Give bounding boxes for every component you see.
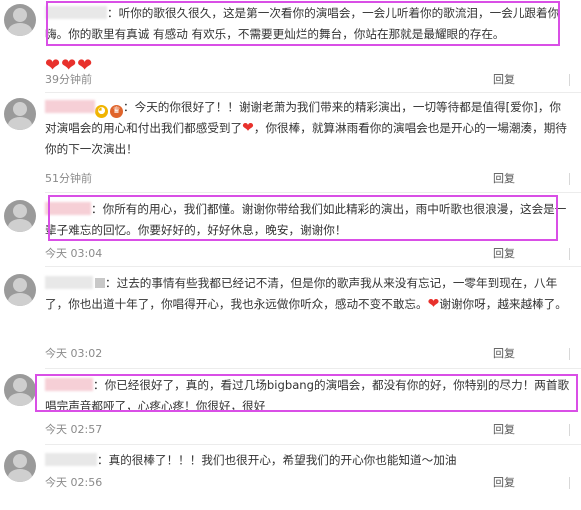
comment-meta: 39分钟前 回复 1 bbox=[45, 71, 581, 89]
divider bbox=[569, 74, 570, 86]
divider bbox=[569, 348, 570, 360]
avatar[interactable] bbox=[4, 374, 36, 406]
comment-text: ：过去的事情有些我都已经记不清，但是你的歌声我从来没有忘记，一零年到现在，八年了… bbox=[45, 273, 571, 314]
timestamp: 今天 03:04 bbox=[45, 247, 103, 260]
comment-text: ：真的很棒了！！！我们也很开心，希望我们的开心你也能知道～加油 bbox=[45, 450, 571, 471]
divider bbox=[569, 477, 570, 489]
highlight-box bbox=[35, 374, 578, 412]
divider bbox=[569, 173, 570, 185]
member-badge-icon: ♛ bbox=[110, 105, 123, 118]
reply-button[interactable]: 回复 bbox=[493, 345, 515, 363]
reply-button[interactable]: 回复 bbox=[493, 245, 515, 263]
comment-item: ◕ ♛ ：今天的你很好了！！谢谢老萧为我们带来的精彩演出，一切等待都是值得[爱你]，… bbox=[0, 94, 581, 193]
avatar[interactable] bbox=[4, 4, 36, 36]
username[interactable] bbox=[45, 100, 95, 113]
avatar[interactable] bbox=[4, 98, 36, 130]
username[interactable] bbox=[45, 453, 97, 466]
emoji-badge-icon: ◕ bbox=[95, 105, 108, 118]
highlight-box bbox=[46, 1, 560, 46]
reply-button[interactable]: 回复 bbox=[493, 421, 515, 439]
comment-meta: 51分钟前 回复 1 bbox=[45, 170, 581, 188]
avatar[interactable] bbox=[4, 450, 36, 482]
comment-body-tail: 谢谢你呀，越来越棒了。 bbox=[439, 296, 567, 311]
avatar[interactable] bbox=[4, 274, 36, 306]
heart-icon: ❤ bbox=[242, 120, 254, 136]
timestamp: 51分钟前 bbox=[45, 172, 92, 185]
divider bbox=[569, 248, 570, 260]
comment-item: ：真的很棒了！！！我们也很开心，希望我们的开心你也能知道～加油 今天 02:56… bbox=[0, 446, 581, 492]
reply-button[interactable]: 回复 bbox=[493, 170, 515, 188]
timestamp: 今天 02:56 bbox=[45, 476, 103, 489]
reply-button[interactable]: 回复 bbox=[493, 474, 515, 492]
comment-meta: 今天 03:04 回复 1 bbox=[45, 245, 581, 263]
comment-item: ：过去的事情有些我都已经记不清，但是你的歌声我从来没有忘记，一零年到现在，八年了… bbox=[0, 268, 581, 369]
avatar[interactable] bbox=[4, 200, 36, 232]
timestamp: 39分钟前 bbox=[45, 73, 92, 86]
comment-meta: 今天 03:02 回复 1 bbox=[45, 345, 581, 363]
timestamp: 今天 02:57 bbox=[45, 423, 103, 436]
highlight-box bbox=[48, 195, 558, 241]
username[interactable] bbox=[45, 276, 93, 289]
comment-text: ◕ ♛ ：今天的你很好了！！谢谢老萧为我们带来的精彩演出，一切等待都是值得[爱你]，… bbox=[45, 97, 571, 159]
comment-meta: 今天 02:57 回复 1 bbox=[45, 421, 581, 439]
comment-meta: 今天 02:56 回复 1 bbox=[45, 474, 581, 492]
reply-button[interactable]: 回复 bbox=[493, 71, 515, 89]
heart-icon: ❤ bbox=[427, 295, 440, 312]
timestamp: 今天 03:02 bbox=[45, 347, 103, 360]
member-badge-icon bbox=[95, 278, 105, 288]
comment-body: ：真的很棒了！！！我们也很开心，希望我们的开心你也能知道～加油 bbox=[97, 453, 457, 467]
divider bbox=[569, 424, 570, 436]
